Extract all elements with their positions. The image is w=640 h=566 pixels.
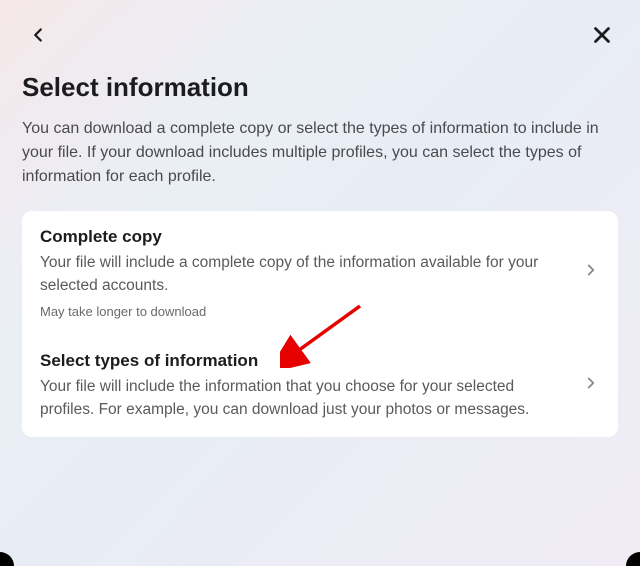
option-complete-copy[interactable]: Complete copy Your file will include a c…	[22, 211, 618, 335]
option-note: May take longer to download	[40, 304, 558, 319]
options-card: Complete copy Your file will include a c…	[22, 211, 618, 437]
option-text: Complete copy Your file will include a c…	[40, 227, 582, 319]
option-title: Select types of information	[40, 351, 558, 371]
option-description: Your file will include the information t…	[40, 375, 558, 422]
chevron-right-icon	[582, 261, 600, 284]
option-select-types[interactable]: Select types of information Your file wi…	[22, 335, 618, 438]
chevron-left-icon	[27, 24, 49, 49]
corner-decoration	[626, 552, 640, 566]
close-button[interactable]	[584, 18, 620, 54]
option-text: Select types of information Your file wi…	[40, 351, 582, 422]
close-icon	[589, 22, 615, 51]
chevron-right-icon	[582, 374, 600, 397]
option-title: Complete copy	[40, 227, 558, 247]
dialog-content: Select information You can download a co…	[0, 54, 640, 437]
page-description: You can download a complete copy or sele…	[22, 117, 618, 189]
dialog-header	[0, 0, 640, 54]
page-title: Select information	[22, 72, 618, 103]
corner-decoration	[0, 552, 14, 566]
back-button[interactable]	[20, 18, 56, 54]
option-description: Your file will include a complete copy o…	[40, 251, 558, 298]
